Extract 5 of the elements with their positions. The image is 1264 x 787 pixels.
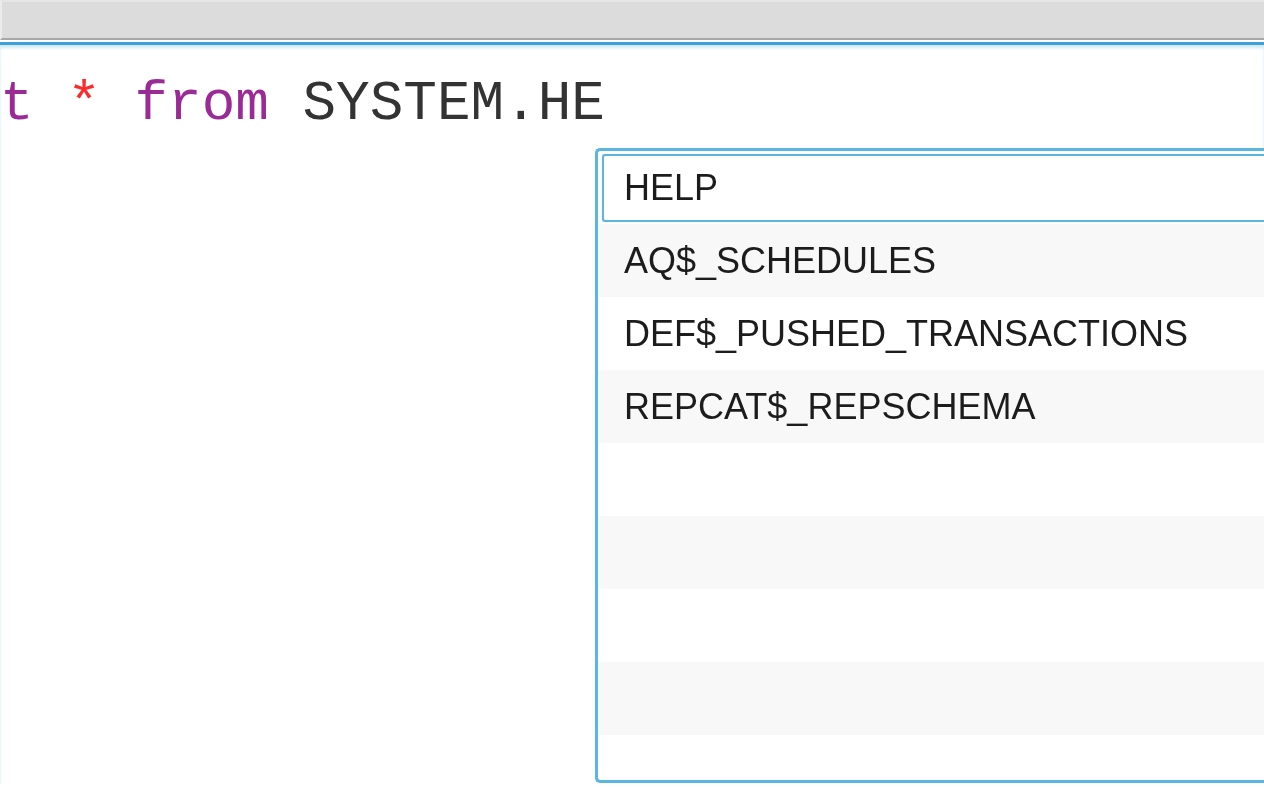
code-line: t * from SYSTEM.HE [0, 71, 605, 138]
autocomplete-item[interactable]: AQ$_SCHEDULES [598, 224, 1264, 297]
autocomplete-item[interactable]: HELP [602, 154, 1264, 222]
autocomplete-item[interactable]: DEF$_PUSHED_TRANSACTIONS [598, 297, 1264, 370]
autocomplete-item[interactable]: REPCAT$_REPSCHEMA [598, 370, 1264, 443]
